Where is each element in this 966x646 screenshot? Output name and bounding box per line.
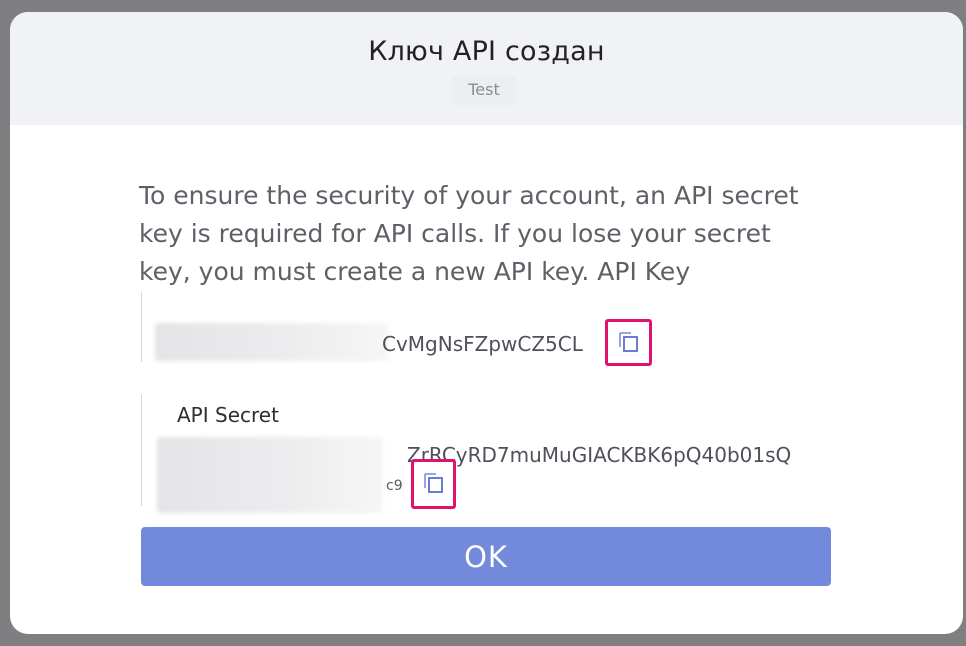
api-secret-value[interactable]: ZrRCyRD7muMuGIACKBK6pQ40b01sQ <box>407 443 791 467</box>
copy-icon <box>618 331 638 352</box>
api-secret-label: API Secret <box>177 403 279 427</box>
api-secret-value-tail: c9 <box>386 478 403 494</box>
copy-icon <box>423 473 443 493</box>
ok-button[interactable]: OK <box>141 527 831 586</box>
dialog-title: Ключ API создан <box>368 36 605 67</box>
copy-api-secret-button[interactable] <box>411 459 456 509</box>
security-description: To ensure the security of your account, … <box>139 181 799 286</box>
api-key-name-badge: Test <box>452 75 516 105</box>
api-secret-redacted-prefix <box>157 437 383 513</box>
api-key-field: CvMgNsFZpwCZ5CL <box>141 292 672 366</box>
api-key-redacted-prefix <box>155 323 389 361</box>
api-key-created-dialog: Ключ API создан Test To ensure the secur… <box>10 12 963 634</box>
api-key-value[interactable]: CvMgNsFZpwCZ5CL <box>382 332 583 356</box>
copy-api-key-button[interactable] <box>605 319 652 366</box>
api-secret-field: API Secret ZrRCyRD7muMuGIACKBK6pQ40b01sQ… <box>141 394 802 513</box>
dialog-header: Ключ API создан Test <box>10 12 963 125</box>
